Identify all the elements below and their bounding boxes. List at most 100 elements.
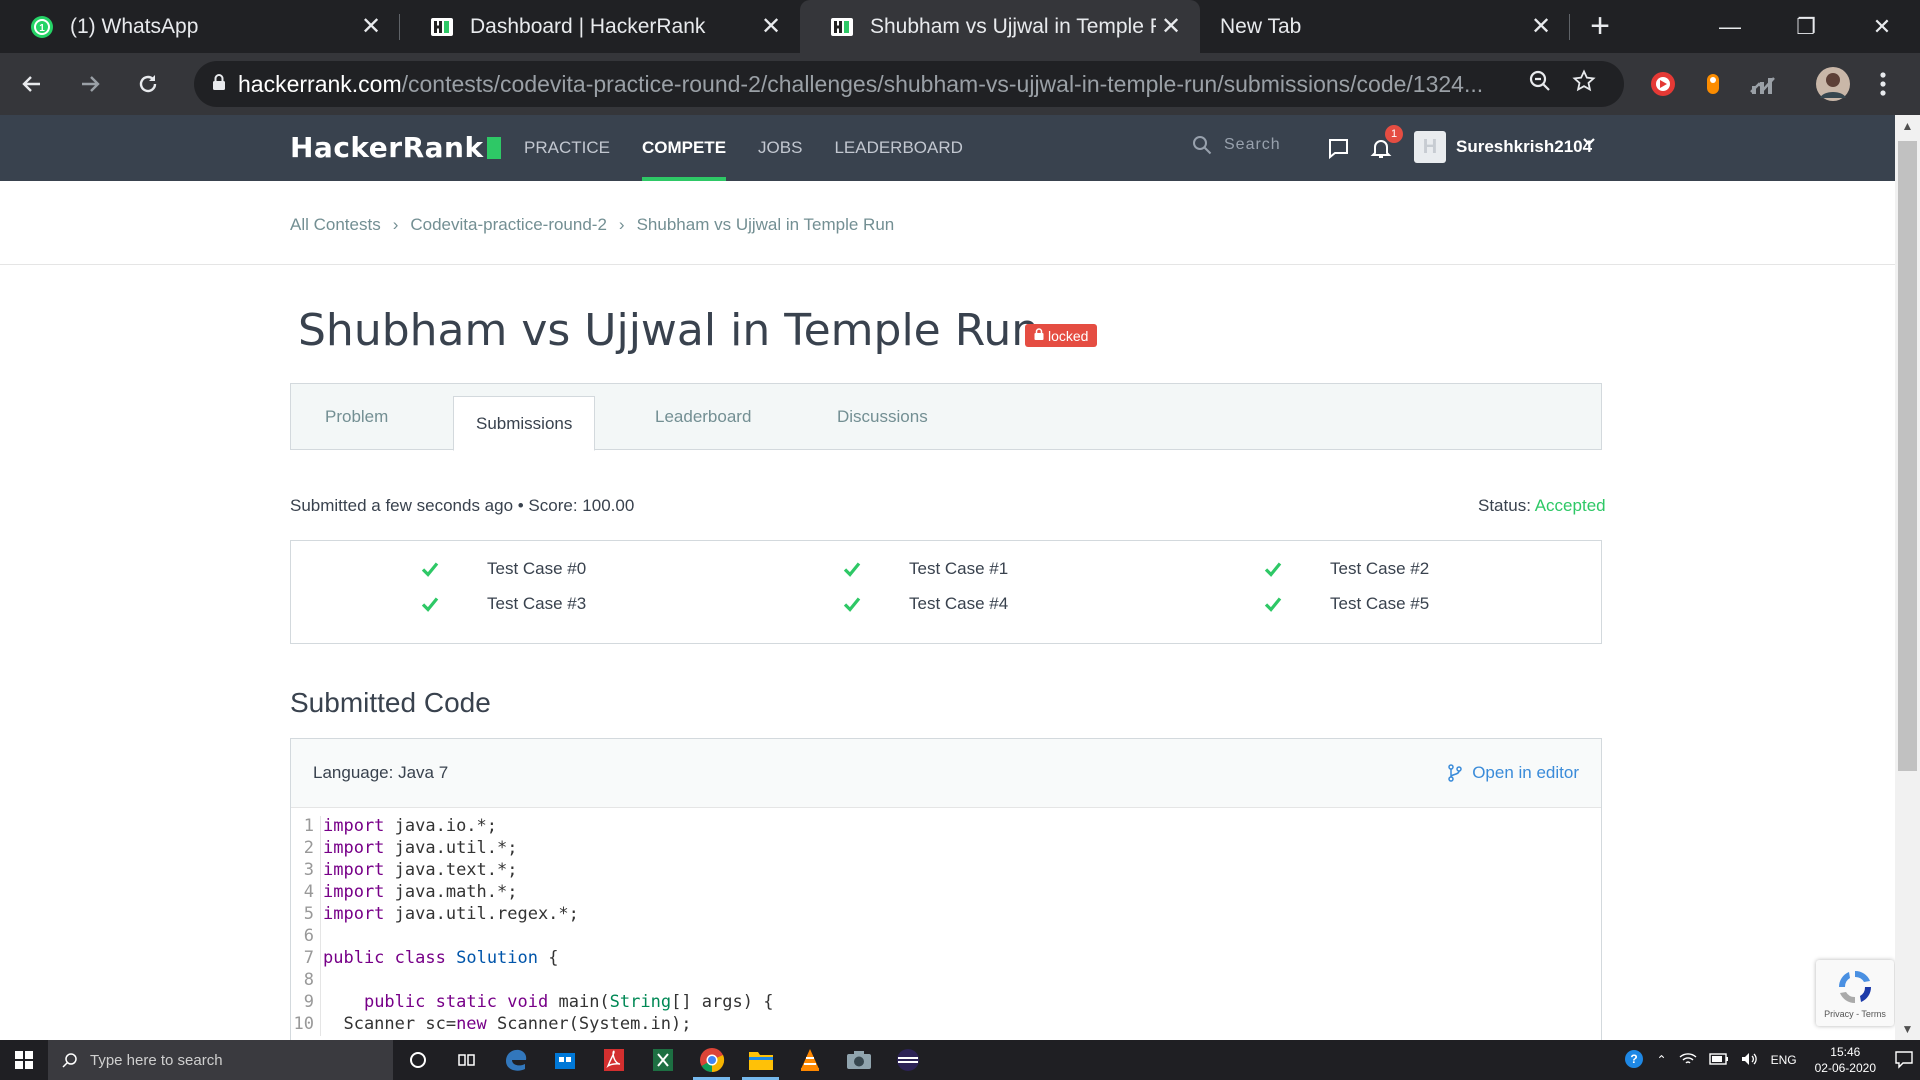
browser-menu-icon[interactable] — [1858, 61, 1908, 107]
address-bar[interactable]: hackerrank.com/contests/codevita-practic… — [194, 61, 1624, 107]
menu-practice[interactable]: PRACTICE — [524, 115, 610, 181]
close-tab-icon[interactable]: ✕ — [356, 12, 386, 41]
submitted-code-heading: Submitted Code — [290, 687, 491, 718]
tab-leaderboard[interactable]: Leaderboard — [655, 384, 751, 450]
logo-text: HackerRank — [290, 131, 484, 164]
tab-submissions[interactable]: Submissions — [453, 396, 596, 451]
test-case-item[interactable]: Test Case #5 — [1264, 594, 1429, 614]
vlc-icon[interactable] — [785, 1040, 834, 1080]
extension-orange-icon[interactable] — [1688, 61, 1738, 107]
edge-browser-icon[interactable] — [491, 1040, 540, 1080]
excel-icon[interactable] — [638, 1040, 687, 1080]
page-scrollbar[interactable]: ▲ ▼ — [1895, 115, 1920, 1040]
test-case-item[interactable]: Test Case #2 — [1264, 559, 1429, 579]
extension-red-icon[interactable] — [1638, 61, 1688, 107]
code-line: 3 import java.text.*; — [291, 860, 1601, 882]
help-icon[interactable]: ? — [1623, 1048, 1645, 1073]
close-tab-icon[interactable]: ✕ — [756, 12, 786, 41]
menu-leaderboard[interactable]: LEADERBOARD — [834, 115, 962, 181]
taskbar-clock[interactable]: 15:46 02-06-2020 — [1815, 1044, 1876, 1076]
input-language[interactable]: ENG — [1771, 1053, 1797, 1067]
chevron-down-icon[interactable] — [1582, 135, 1596, 154]
test-case-label: Test Case #1 — [909, 559, 1009, 578]
reload-icon[interactable] — [122, 58, 174, 110]
browser-tab-challenge[interactable]: Shubham vs Ujjwal in Temple Ru ✕ — [800, 0, 1200, 53]
recaptcha-links[interactable]: Privacy - Terms — [1824, 1009, 1886, 1019]
messages-icon[interactable] — [1326, 136, 1350, 165]
file-explorer-icon[interactable] — [736, 1040, 785, 1080]
minimize-icon[interactable]: — — [1692, 0, 1768, 53]
acrobat-icon[interactable] — [589, 1040, 638, 1080]
hackerrank-logo[interactable]: HackerRank — [290, 131, 501, 164]
url-host: hackerrank.com — [238, 70, 402, 97]
test-case-item[interactable]: Test Case #0 — [421, 559, 586, 579]
browser-tabstrip: 1 (1) WhatsApp ✕ Dashboard | HackerRank … — [0, 0, 1920, 53]
camera-icon[interactable] — [834, 1040, 883, 1080]
browser-tab-newtab[interactable]: New Tab ✕ — [1200, 0, 1570, 53]
close-window-icon[interactable]: ✕ — [1844, 0, 1920, 53]
search-placeholder: Search — [1224, 136, 1281, 153]
recaptcha-badge[interactable]: Privacy - Terms — [1816, 960, 1894, 1026]
hackerrank-navbar: HackerRank PRACTICE COMPETE JOBS LEADERB… — [0, 115, 1895, 181]
code-text: public static void main(String[] args) { — [363, 992, 774, 1012]
hackerrank-icon — [430, 15, 454, 39]
menu-compete[interactable]: COMPETE — [641, 115, 727, 181]
line-number: 2 — [291, 838, 321, 860]
forward-icon[interactable] — [64, 58, 116, 110]
bookmark-star-icon[interactable] — [1562, 68, 1606, 100]
restore-icon[interactable]: ❐ — [1768, 0, 1844, 53]
lock-icon — [1034, 328, 1044, 343]
zoom-icon[interactable] — [1518, 69, 1562, 100]
test-case-item[interactable]: Test Case #3 — [421, 594, 586, 614]
eclipse-icon[interactable] — [883, 1040, 932, 1080]
checkmark-icon — [843, 562, 861, 577]
browser-tab-title: Shubham vs Ujjwal in Temple Ru — [870, 14, 1156, 38]
close-tab-icon[interactable]: ✕ — [1526, 12, 1556, 41]
open-in-editor-label: Open in editor — [1472, 763, 1579, 782]
browser-tab-title: Dashboard | HackerRank — [470, 14, 706, 38]
username[interactable]: Sureshkrish2104 — [1456, 137, 1592, 157]
scrollbar-thumb[interactable] — [1898, 141, 1917, 771]
volume-icon[interactable] — [1741, 1052, 1759, 1069]
logo-green-block — [486, 136, 501, 159]
chrome-icon[interactable] — [687, 1040, 736, 1080]
code-line: 6 — [291, 926, 1601, 948]
profile-avatar-icon[interactable] — [1808, 61, 1858, 107]
tray-chevron-up-icon[interactable]: ⌃ — [1657, 1053, 1667, 1067]
menu-jobs[interactable]: JOBS — [758, 115, 802, 181]
page-title: Shubham vs Ujjwal in Temple Run — [298, 305, 1040, 356]
status-label: Status: — [1478, 496, 1531, 515]
close-tab-icon[interactable]: ✕ — [1156, 12, 1186, 41]
test-case-item[interactable]: Test Case #1 — [843, 559, 1008, 579]
extension-chart-icon[interactable] — [1738, 61, 1788, 107]
lock-icon[interactable] — [212, 73, 238, 96]
back-icon[interactable] — [6, 58, 58, 110]
breadcrumb-contest[interactable]: Codevita-practice-round-2 — [410, 215, 607, 235]
scroll-up-arrow-icon[interactable]: ▲ — [1895, 119, 1920, 133]
action-center-icon[interactable] — [1894, 1049, 1914, 1072]
search-box[interactable]: Search — [1192, 135, 1281, 155]
wifi-icon[interactable] — [1679, 1052, 1697, 1069]
test-case-label: Test Case #2 — [1330, 559, 1430, 578]
cortana-icon[interactable] — [393, 1040, 442, 1080]
battery-icon[interactable] — [1708, 1052, 1729, 1068]
tab-problem[interactable]: Problem — [325, 384, 388, 450]
browser-tab-whatsapp[interactable]: 1 (1) WhatsApp ✕ — [0, 0, 400, 53]
test-case-item[interactable]: Test Case #4 — [843, 594, 1008, 614]
scroll-down-arrow-icon[interactable]: ▼ — [1895, 1022, 1920, 1036]
checkmark-icon — [843, 597, 861, 612]
windows-start-icon[interactable] — [0, 1040, 48, 1080]
browser-tab-dashboard[interactable]: Dashboard | HackerRank ✕ — [400, 0, 800, 53]
new-tab-button[interactable]: + — [1570, 0, 1630, 53]
breadcrumb-challenge[interactable]: Shubham vs Ujjwal in Temple Run — [637, 215, 895, 235]
taskbar-search[interactable]: Type here to search — [48, 1040, 393, 1080]
branch-icon — [1448, 764, 1462, 782]
breadcrumb-all-contests[interactable]: All Contests — [290, 215, 381, 235]
task-view-icon[interactable] — [442, 1040, 491, 1080]
tab-discussions[interactable]: Discussions — [837, 384, 928, 450]
store-icon[interactable] — [540, 1040, 589, 1080]
open-in-editor-link[interactable]: Open in editor — [1448, 763, 1579, 783]
checkmark-icon — [421, 597, 439, 612]
user-avatar[interactable]: H — [1414, 131, 1446, 163]
